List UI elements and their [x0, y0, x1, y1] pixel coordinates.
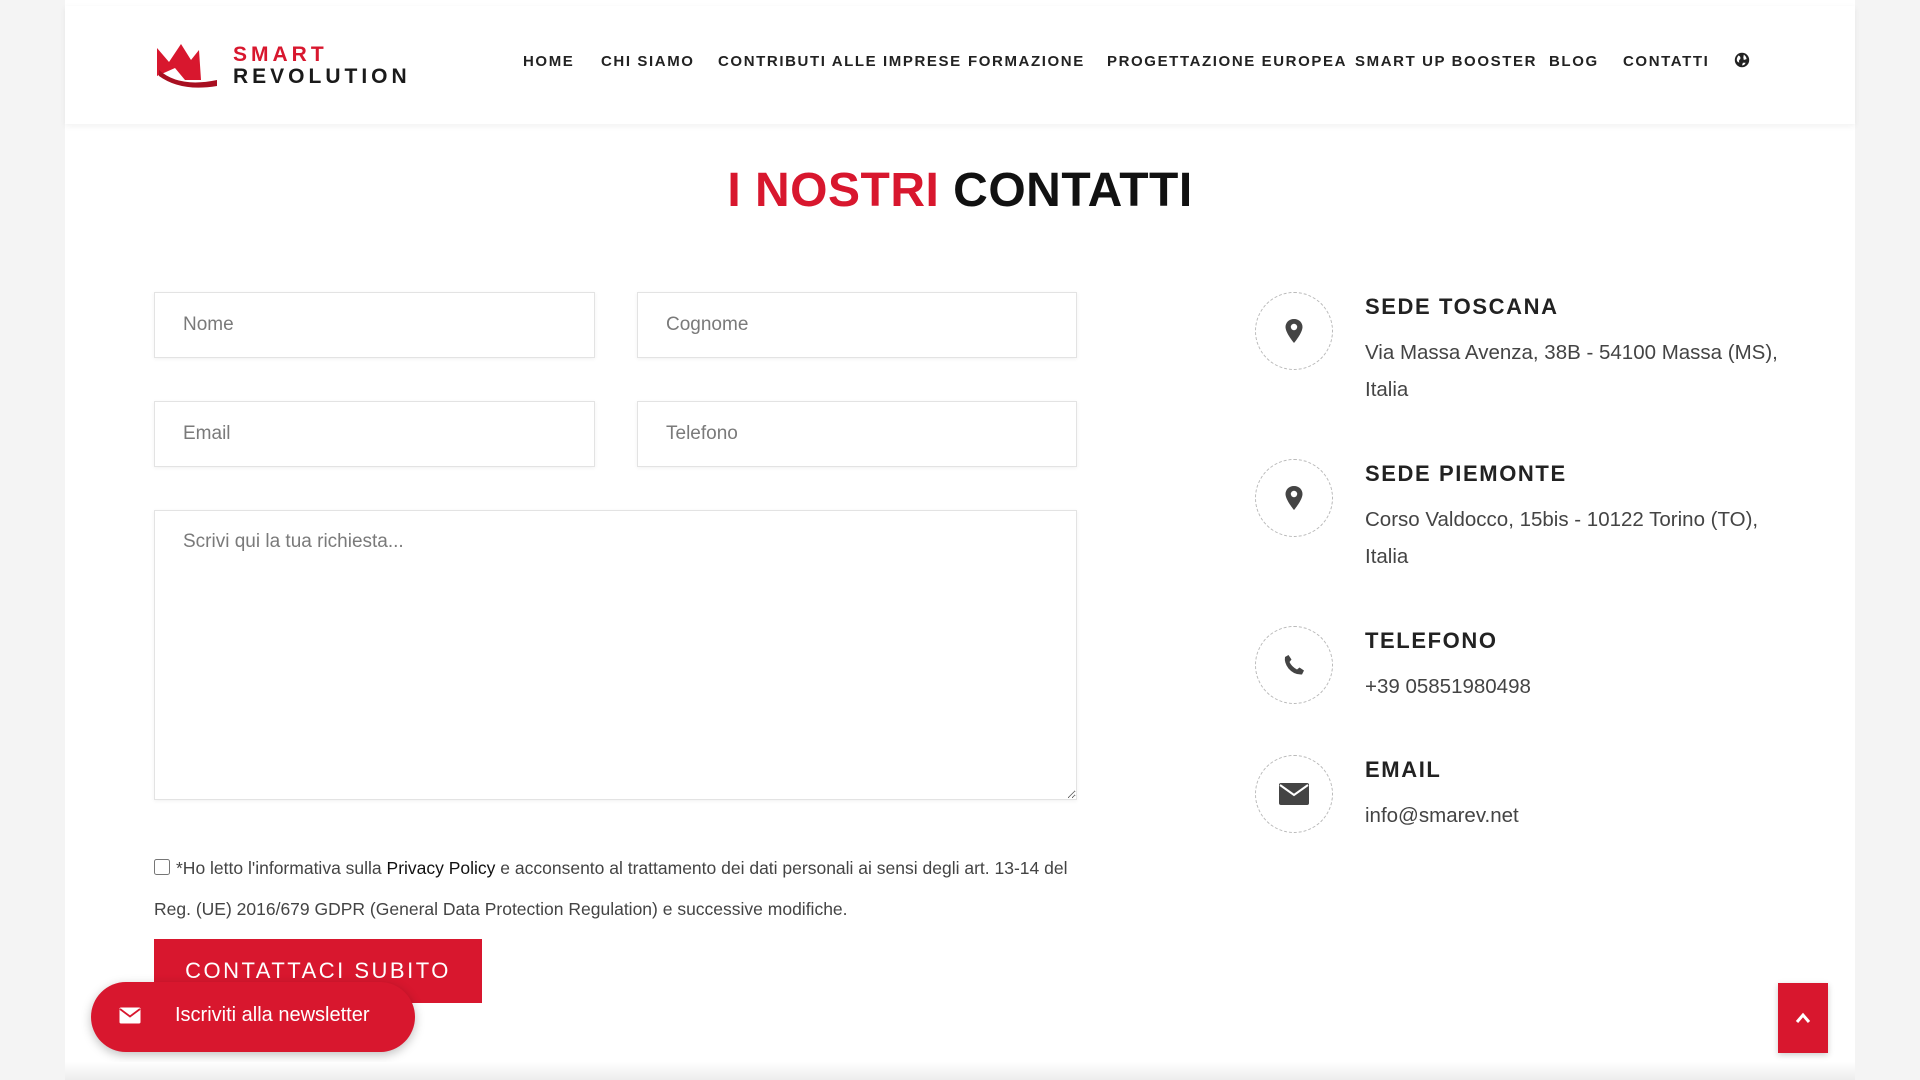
contact-email: EMAIL info@smarev.net [1255, 755, 1815, 845]
envelope-icon [119, 1007, 141, 1024]
site-header: SMART REVOLUTION HOME CHI SIAMO CONTRIBU… [65, 6, 1855, 124]
contact-title: EMAIL [1365, 757, 1442, 782]
email-field[interactable] [154, 401, 595, 467]
logo-line-2: REVOLUTION [233, 65, 411, 88]
page-title-highlight: I NOSTRI [727, 164, 940, 217]
scroll-to-top-button[interactable] [1778, 983, 1828, 1053]
map-pin-icon [1285, 319, 1303, 343]
nav-item-formazione[interactable]: FORMAZIONE [968, 53, 1085, 70]
nav-item-contributi[interactable]: CONTRIBUTI ALLE IMPRESE [718, 53, 962, 70]
nav-item-blog[interactable]: BLOG [1549, 53, 1599, 70]
logo-mark-icon [157, 44, 217, 88]
contact-text: Corso Valdocco, 15bis - 10122 Torino (TO… [1365, 508, 1759, 568]
nav-item-contatti[interactable]: CONTATTI [1623, 53, 1709, 70]
privacy-policy-link[interactable]: Privacy Policy [387, 858, 496, 878]
contact-title: SEDE TOSCANA [1365, 294, 1559, 319]
page-title: I NOSTRI CONTATTI [65, 163, 1855, 218]
nav-item-progettazione[interactable]: PROGETTAZIONE EUROPEA [1107, 53, 1347, 70]
nav-item-smart-up-booster[interactable]: SMART UP BOOSTER [1355, 53, 1537, 70]
contact-icon-circle [1255, 626, 1333, 704]
contact-sede-piemonte: SEDE PIEMONTE Corso Valdocco, 15bis - 10… [1255, 459, 1815, 579]
envelope-icon [1279, 783, 1309, 805]
cognome-field[interactable] [637, 292, 1077, 358]
logo[interactable]: SMART REVOLUTION [155, 38, 425, 94]
contact-title: SEDE PIEMONTE [1365, 461, 1567, 486]
page: SMART REVOLUTION HOME CHI SIAMO CONTRIBU… [65, 0, 1855, 1080]
globe-icon[interactable] [1733, 51, 1751, 69]
logo-text: SMART REVOLUTION [233, 44, 411, 88]
nome-field[interactable] [154, 292, 595, 358]
map-pin-icon [1285, 486, 1303, 510]
telefono-field[interactable] [637, 401, 1077, 467]
contact-sede-toscana: SEDE TOSCANA Via Massa Avenza, 38B - 541… [1255, 292, 1815, 412]
privacy-consent: *Ho letto l'informativa sulla Privacy Po… [154, 848, 1074, 930]
nav-item-chi-siamo[interactable]: CHI SIAMO [601, 53, 695, 70]
logo-line-1: SMART [233, 43, 328, 66]
page-title-rest: CONTATTI [953, 164, 1193, 217]
contact-email-address[interactable]: info@smarev.net [1365, 797, 1785, 834]
newsletter-label: Iscriviti alla newsletter [175, 1004, 370, 1026]
newsletter-button[interactable]: Iscriviti alla newsletter [91, 982, 415, 1052]
chevron-up-icon [1795, 1012, 1811, 1023]
contact-icon-circle [1255, 292, 1333, 370]
contact-text: Via Massa Avenza, 38B - 54100 Massa (MS)… [1365, 341, 1778, 401]
phone-icon [1284, 655, 1304, 675]
contact-telefono: TELEFONO +39 05851980498 [1255, 626, 1815, 716]
privacy-checkbox[interactable] [154, 859, 170, 875]
message-textarea[interactable] [154, 510, 1077, 800]
contact-icon-circle [1255, 755, 1333, 833]
contact-icon-circle [1255, 459, 1333, 537]
contact-title: TELEFONO [1365, 628, 1498, 653]
nav-item-home[interactable]: HOME [523, 53, 574, 70]
consent-text-before: *Ho letto l'informativa sulla [176, 858, 387, 878]
footer-shade [65, 1062, 1855, 1080]
contact-phone[interactable]: +39 05851980498 [1365, 668, 1785, 705]
